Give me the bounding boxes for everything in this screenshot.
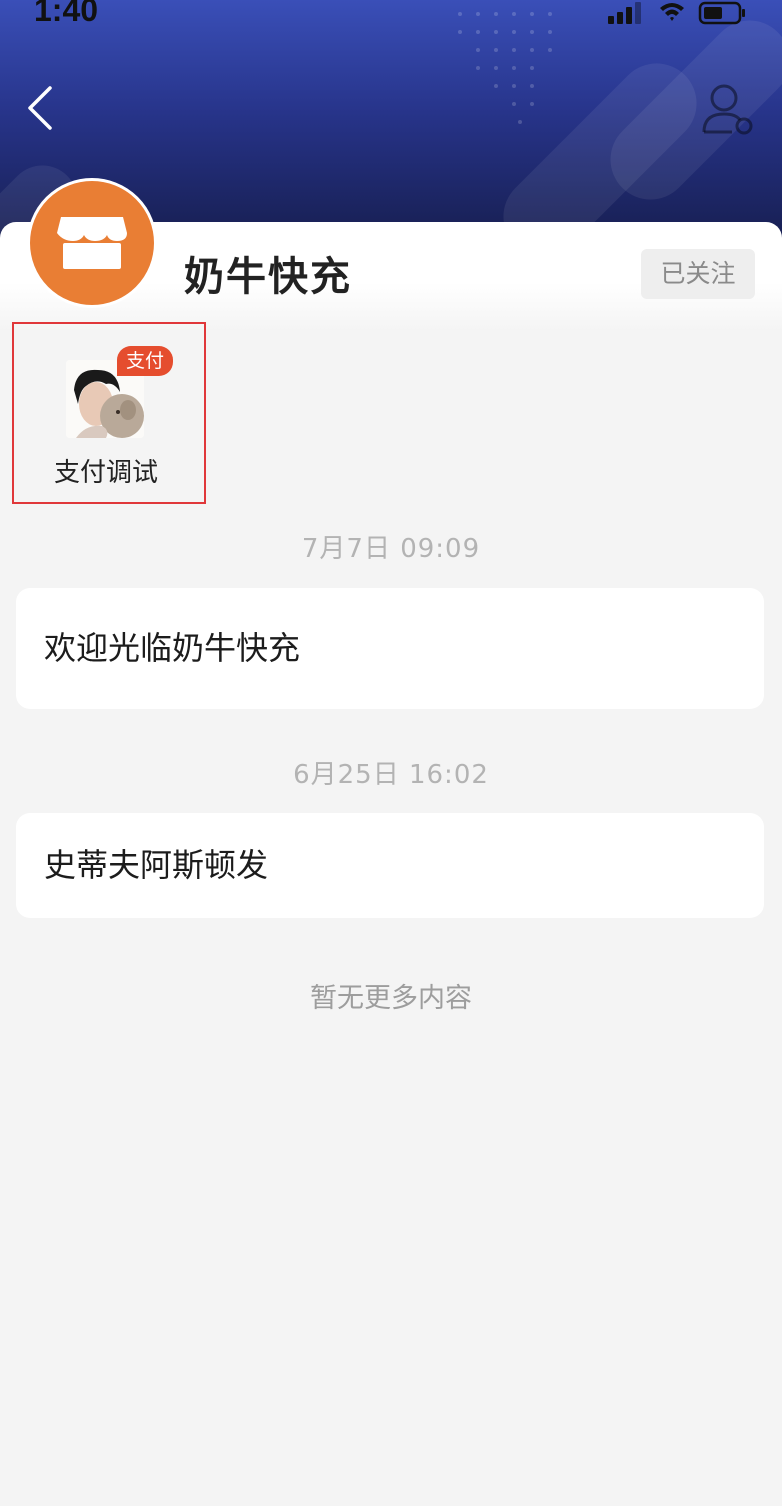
service-label: 支付调试 <box>53 458 158 488</box>
message-timestamp: 6月25日 16:02 <box>293 760 489 790</box>
message-text: 史蒂夫阿斯顿发 <box>44 846 269 884</box>
status-icons <box>608 1 745 25</box>
cellular-signal-icon <box>608 2 641 24</box>
wifi-icon <box>660 3 684 21</box>
battery-icon <box>698 1 745 25</box>
person-settings-icon <box>702 84 753 135</box>
message-text: 欢迎光临奶牛快充 <box>44 629 301 667</box>
shop-name: 奶牛快充 <box>184 254 352 300</box>
status-time: 1:40 <box>34 0 99 28</box>
storefront-icon <box>57 217 127 269</box>
service-item-payment-debug[interactable]: 支付 支付调试 <box>12 322 206 504</box>
shop-avatar <box>27 178 157 308</box>
service-tag-badge: 支付 <box>117 346 173 376</box>
contact-settings-button[interactable] <box>700 80 760 140</box>
message-card[interactable]: 史蒂夫阿斯顿发 <box>16 813 764 918</box>
chevron-left-icon <box>28 86 52 130</box>
message-timestamp: 7月7日 09:09 <box>301 534 481 564</box>
status-bar: 1:40 <box>0 0 782 34</box>
no-more-content-label: 暂无更多内容 <box>310 983 472 1014</box>
back-button[interactable] <box>20 82 64 134</box>
follow-button[interactable]: 已关注 <box>641 249 755 299</box>
message-card[interactable]: 欢迎光临奶牛快充 <box>16 588 764 709</box>
